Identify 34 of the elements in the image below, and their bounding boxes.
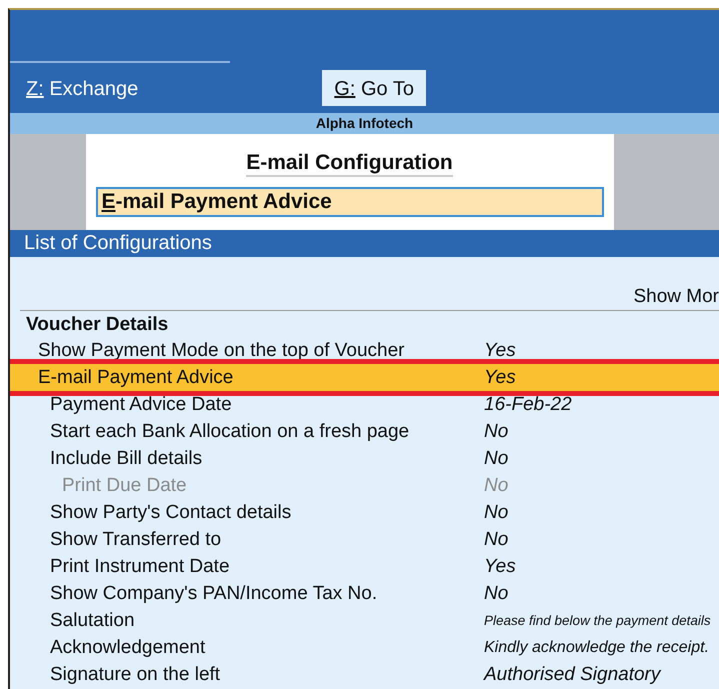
list-title: List of Configurations <box>10 230 719 257</box>
option-label: Show Transferred to <box>49 528 222 552</box>
option-value[interactable]: 16-Feb-22 <box>484 391 572 418</box>
option-value[interactable]: No <box>484 445 508 472</box>
option-value[interactable]: Yes <box>484 364 516 391</box>
option-label: E-mail Payment Advice <box>37 366 234 390</box>
option-value[interactable]: No <box>484 418 508 445</box>
show-more-link[interactable]: Show Mor <box>633 286 719 307</box>
option-value[interactable]: Yes <box>484 337 516 364</box>
section-heading: Voucher Details <box>25 313 170 337</box>
option-label: Start each Bank Allocation on a fresh page <box>49 420 410 444</box>
selected-row[interactable]: E-mail Payment Advice Yes <box>10 364 719 391</box>
company-name: Alpha Infotech <box>10 113 719 134</box>
option-value[interactable]: No <box>484 580 508 607</box>
option-label: Acknowledgement <box>49 636 206 660</box>
option-label: Salutation <box>49 609 135 633</box>
option-label: Print Due Date <box>61 474 187 498</box>
input-field[interactable]: E-mail Payment Advice <box>96 187 604 218</box>
option-label: Signature on the left <box>49 663 220 687</box>
option-label: Show Payment Mode on the top of Voucher <box>37 339 405 363</box>
option-value[interactable]: Kindly acknowledge the receipt. <box>484 634 710 661</box>
option-label: Show Company's PAN/Income Tax No. <box>49 582 378 606</box>
option-value[interactable]: Please find below the payment details <box>484 607 711 634</box>
toolbar-button[interactable]: G: Go To <box>322 70 426 106</box>
option-value[interactable]: No <box>484 499 508 526</box>
option-value[interactable]: Yes <box>484 553 516 580</box>
option-value[interactable]: Authorised Signatory <box>484 661 660 688</box>
option-label: Show Party's Contact details <box>49 501 292 525</box>
option-label: Print Instrument Date <box>49 555 230 579</box>
option-value[interactable]: No <box>484 526 508 553</box>
option-label: Payment Advice Date <box>49 393 232 417</box>
toolbar-button[interactable]: Z: Exchange <box>14 70 150 106</box>
panel-title: E-mail Configuration <box>246 150 453 178</box>
option-label: Include Bill details <box>49 447 202 471</box>
